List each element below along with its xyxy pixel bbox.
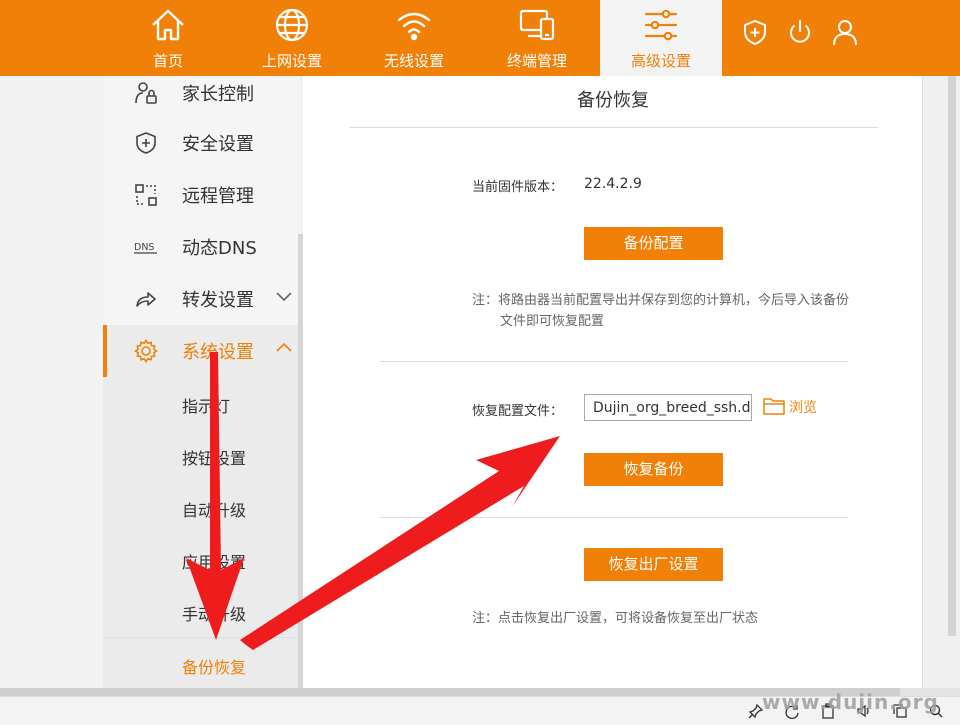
section-divider [380, 517, 848, 518]
svg-text:DNS: DNS [134, 242, 154, 253]
sidebar-subitem-buttons[interactable]: 按钮设置 [103, 429, 300, 481]
power-icon [790, 20, 810, 43]
parental-icon [135, 82, 157, 104]
sidebar-subitem-manual-upgrade[interactable]: 手动升级 [103, 585, 300, 637]
nav-internet-label: 上网设置 [261, 52, 322, 70]
sidebar-subitem-led[interactable]: 指示灯 [103, 377, 300, 429]
nav-internet[interactable]: 上网设置 [231, 0, 353, 76]
firmware-version: 22.4.2.9 [584, 176, 642, 192]
sidebar-subitem-label: 备份恢复 [182, 658, 247, 677]
nav-power-button[interactable] [786, 18, 814, 46]
sidebar-item-system[interactable]: 系统设置 [103, 325, 300, 377]
user-icon [833, 20, 857, 46]
chevron-up-icon[interactable] [275, 339, 293, 357]
section-divider [380, 361, 848, 362]
title-divider [349, 127, 878, 128]
factory-note: 注：点击恢复出厂设置，可将设备恢复至出厂状态 [472, 611, 759, 626]
gear-icon [134, 339, 158, 363]
sidebar-subitem-auto-upgrade[interactable]: 自动升级 [103, 481, 300, 533]
nav-advanced-label: 高级设置 [630, 52, 691, 70]
firmware-label: 当前固件版本： [472, 180, 564, 195]
sidebar-item-label: 转发设置 [182, 290, 254, 311]
sidebar-subitem-label: 应用设置 [182, 553, 247, 572]
sidebar: 家长控制 安全设置 远程管理 DNS 动态DNS 转发设置 系统设置 指示灯 按… [103, 76, 300, 688]
sidebar-item-label: 系统设置 [182, 342, 254, 363]
nav-home-label: 首页 [152, 52, 183, 70]
sidebar-subitem-label: 自动升级 [182, 501, 247, 520]
wifi-icon [397, 12, 431, 41]
backup-note-line2: 文件即可恢复配置 [500, 314, 605, 329]
nav-wireless-label: 无线设置 [383, 52, 444, 70]
backup-note-line1: 注：将路由器当前配置导出并保存到您的计算机，今后导入该备份 [472, 293, 850, 308]
sidebar-item-ddns[interactable]: DNS 动态DNS [103, 221, 300, 273]
sliders-icon [644, 9, 678, 41]
sidebar-item-security[interactable]: 安全设置 [103, 117, 300, 169]
nav-devices-label: 终端管理 [506, 52, 567, 70]
sidebar-subitem-app-settings[interactable]: 应用设置 [103, 533, 300, 585]
sidebar-item-forwarding[interactable]: 转发设置 [103, 273, 300, 325]
nav-advanced[interactable]: 高级设置 [600, 0, 722, 76]
top-nav: 首页 上网设置 无线设置 终端管理 高级设置 [0, 0, 960, 76]
shield-plus-icon [136, 132, 156, 154]
sidebar-item-label: 安全设置 [182, 134, 254, 155]
restore-file-label: 恢复配置文件： [472, 404, 564, 419]
sidebar-item-label: 家长控制 [182, 84, 254, 105]
home-icon [152, 9, 184, 41]
restore-backup-button[interactable]: 恢复备份 [584, 453, 723, 486]
page-scrollbar[interactable] [922, 76, 960, 688]
sidebar-subitem-label: 手动升级 [182, 605, 247, 624]
sidebar-item-remote[interactable]: 远程管理 [103, 169, 300, 221]
nav-user-button[interactable] [831, 18, 859, 46]
nav-security-button[interactable] [741, 18, 769, 46]
globe-icon [275, 8, 309, 42]
chevron-down-icon[interactable] [275, 287, 293, 305]
sidebar-subitem-backup-restore[interactable]: 备份恢复 [103, 637, 300, 688]
sidebar-subitem-label: 指示灯 [182, 397, 231, 416]
sidebar-item-parental[interactable]: 家长控制 [103, 76, 300, 119]
main-content: 备份恢复 当前固件版本： 22.4.2.9 备份配置 注：将路由器当前配置导出并… [303, 76, 922, 688]
shield-plus-icon [744, 19, 766, 46]
backup-config-button[interactable]: 备份配置 [584, 227, 723, 260]
nav-devices[interactable]: 终端管理 [476, 0, 598, 76]
remote-icon [135, 184, 157, 206]
restore-file-input[interactable]: Dujin_org_breed_ssh.dat [584, 394, 752, 421]
active-indicator [103, 325, 107, 377]
watermark: www.dujin.org [762, 690, 939, 714]
sidebar-item-label: 远程管理 [182, 186, 254, 207]
sidebar-subitem-label: 按钮设置 [182, 449, 247, 468]
forward-icon [136, 292, 156, 307]
browse-label: 浏览 [789, 400, 817, 416]
scrollbar-thumb[interactable] [948, 76, 956, 636]
dns-icon: DNS [134, 242, 157, 254]
nav-home[interactable]: 首页 [107, 0, 229, 76]
devices-icon [519, 9, 555, 41]
page-title: 备份恢复 [577, 90, 649, 111]
folder-icon [763, 398, 785, 415]
factory-reset-button[interactable]: 恢复出厂设置 [584, 548, 723, 581]
sidebar-item-label: 动态DNS [182, 238, 257, 259]
nav-wireless[interactable]: 无线设置 [353, 0, 475, 76]
